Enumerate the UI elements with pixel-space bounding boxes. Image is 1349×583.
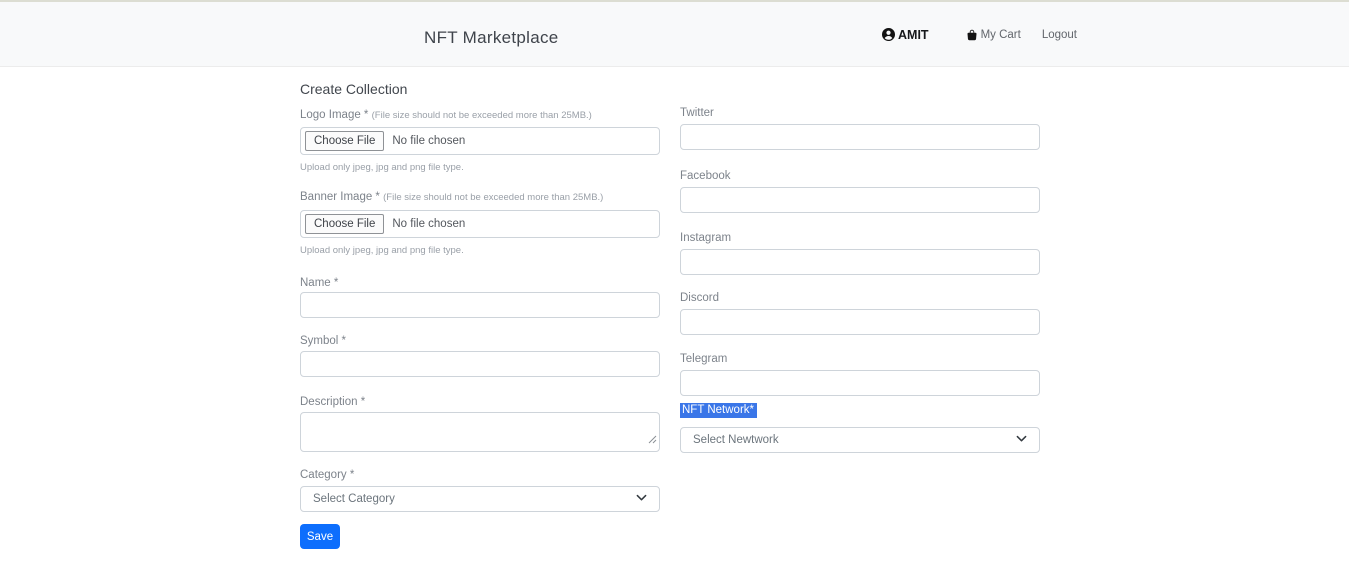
user-menu[interactable]: AMIT <box>882 28 929 42</box>
nft-network-selected-value: Select Newtwork <box>693 434 779 446</box>
category-selected-value: Select Category <box>313 493 395 505</box>
logo-helper-text: Upload only jpeg, jpg and png file type. <box>300 162 660 174</box>
facebook-label: Facebook <box>680 169 1040 183</box>
chevron-down-icon <box>636 490 647 508</box>
logo-size-note: (File size should not be exceeded more t… <box>372 110 592 121</box>
banner-image-label: Banner Image * (File size should not be … <box>300 190 660 205</box>
form-left-column: Create Collection Logo Image * (File siz… <box>300 75 660 549</box>
description-field[interactable] <box>300 412 660 452</box>
logout-label: Logout <box>1042 29 1077 41</box>
navbar-right: AMIT My Cart Logout <box>882 2 1077 67</box>
my-cart-link[interactable]: My Cart <box>966 29 1021 41</box>
logo-choose-file-button[interactable]: Choose File <box>305 131 384 151</box>
twitter-label: Twitter <box>680 106 1040 120</box>
description-label: Description * <box>300 395 660 409</box>
chevron-down-icon <box>1016 431 1027 449</box>
top-navbar: NFT Marketplace AMIT My Cart Logout <box>0 0 1349 67</box>
banner-file-input[interactable]: Choose File No file chosen <box>300 210 660 238</box>
facebook-field[interactable] <box>680 187 1040 213</box>
discord-label: Discord <box>680 291 1040 305</box>
category-select[interactable]: Select Category <box>300 486 660 512</box>
save-button[interactable]: Save <box>300 524 340 549</box>
description-field-wrap <box>300 412 660 452</box>
telegram-label: Telegram <box>680 352 1040 366</box>
logo-file-input[interactable]: Choose File No file chosen <box>300 127 660 155</box>
symbol-field[interactable] <box>300 351 660 377</box>
page-title: Create Collection <box>300 81 660 97</box>
nft-network-select[interactable]: Select Newtwork <box>680 427 1040 453</box>
logo-file-status: No file chosen <box>392 135 465 147</box>
cart-bag-icon <box>966 29 978 41</box>
logout-link[interactable]: Logout <box>1042 29 1077 41</box>
banner-helper-text: Upload only jpeg, jpg and png file type. <box>300 245 660 257</box>
name-label: Name * <box>300 276 660 290</box>
instagram-field[interactable] <box>680 249 1040 275</box>
banner-file-status: No file chosen <box>392 218 465 230</box>
form-right-column: Twitter Facebook Instagram Discord Teleg… <box>680 75 1040 453</box>
instagram-label: Instagram <box>680 231 1040 245</box>
my-cart-label: My Cart <box>981 29 1021 41</box>
brand-title: NFT Marketplace <box>424 28 559 48</box>
nft-network-label: NFT Network* <box>680 403 757 418</box>
person-circle-icon <box>882 28 895 41</box>
telegram-field[interactable] <box>680 370 1040 396</box>
symbol-label: Symbol * <box>300 334 660 348</box>
discord-field[interactable] <box>680 309 1040 335</box>
twitter-field[interactable] <box>680 124 1040 150</box>
logo-image-label: Logo Image * (File size should not be ex… <box>300 108 660 123</box>
name-field[interactable] <box>300 292 660 318</box>
banner-size-note: (File size should not be exceeded more t… <box>383 192 603 203</box>
user-name: AMIT <box>898 28 929 42</box>
banner-choose-file-button[interactable]: Choose File <box>305 214 384 234</box>
category-label: Category * <box>300 468 660 482</box>
